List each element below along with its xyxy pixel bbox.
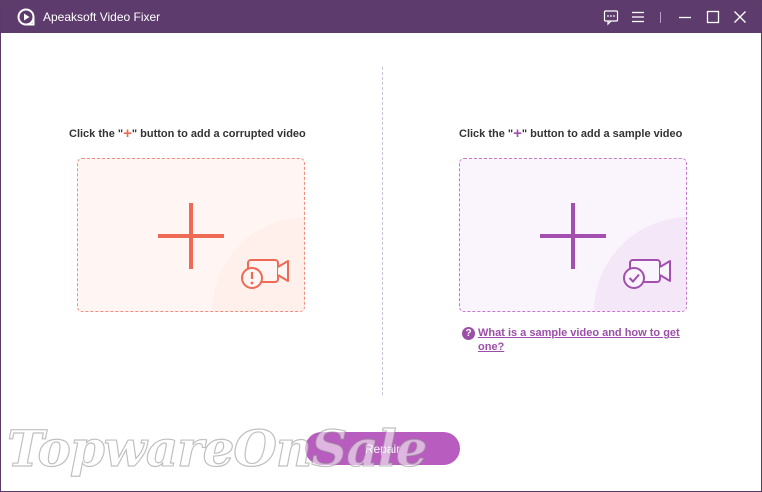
add-sample-video-dropzone[interactable] [459,158,687,312]
sample-video-instruction: Click the "+" button to add a sample vid… [459,125,682,142]
minimize-icon[interactable] [675,7,695,27]
sample-video-camera-icon [623,259,671,289]
feedback-icon[interactable] [601,7,621,27]
sample-video-help-link[interactable]: What is a sample video and how to get on… [478,326,693,354]
question-icon: ? [462,327,475,340]
menu-icon[interactable] [628,7,648,27]
inline-plus-symbol: + [513,125,522,142]
titlebar-separator [660,12,661,23]
instruction-suffix: " button to add a sample video [521,128,683,140]
plus-icon[interactable] [158,203,224,269]
corrupted-video-camera-icon [241,259,289,289]
inline-plus-symbol: + [123,125,132,142]
app-window: Apeaksoft Video Fixer Click the "+" butt… [0,0,762,492]
close-icon[interactable] [730,7,750,27]
panel-divider [382,67,383,395]
maximize-icon[interactable] [703,7,723,27]
repair-button[interactable]: Repair [305,432,460,465]
app-title: Apeaksoft Video Fixer [43,10,161,24]
title-bar[interactable]: Apeaksoft Video Fixer [1,1,761,33]
add-corrupted-video-dropzone[interactable] [77,158,305,312]
instruction-prefix: Click the " [459,128,514,140]
plus-icon[interactable] [540,203,606,269]
instruction-suffix: " button to add a corrupted video [131,128,306,140]
instruction-prefix: Click the " [69,128,124,140]
app-logo-icon [17,8,35,26]
corrupted-video-instruction: Click the "+" button to add a corrupted … [69,125,306,142]
